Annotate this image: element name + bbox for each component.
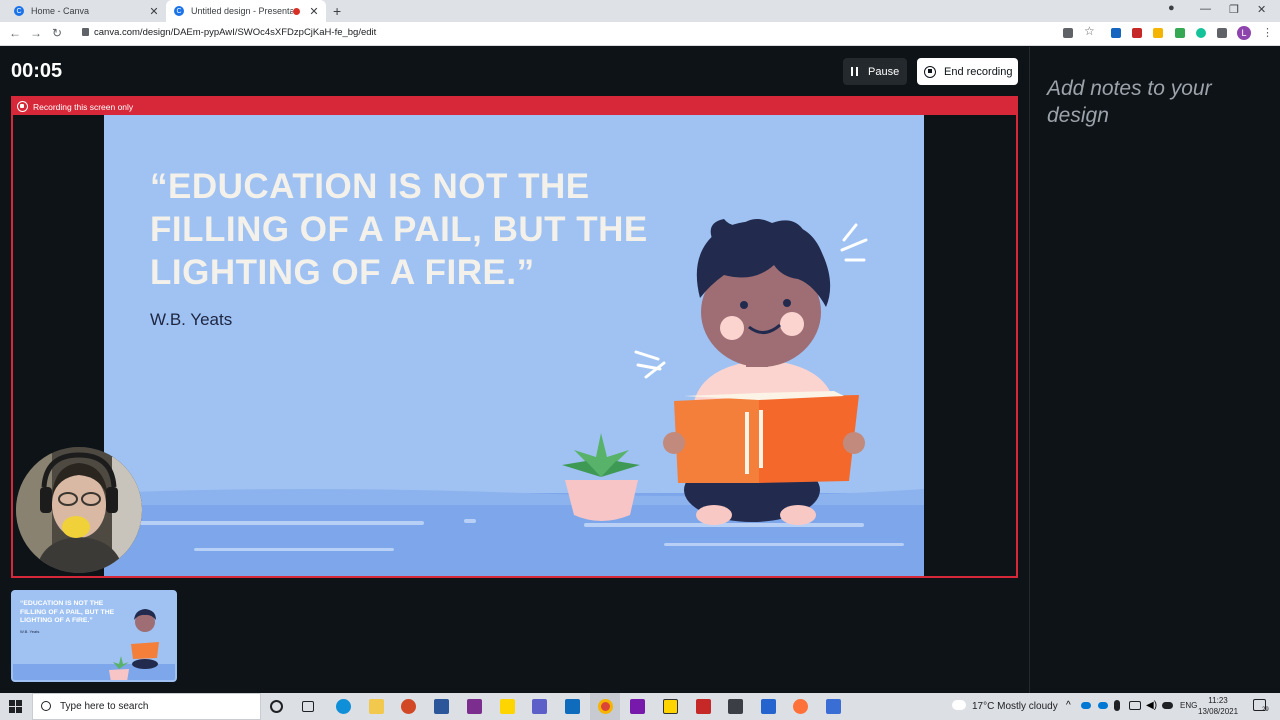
extension-icon[interactable] (1111, 28, 1121, 38)
clock-time: 11:23 (1208, 696, 1228, 705)
menu-icon[interactable]: ⋮ (1262, 26, 1273, 39)
recording-banner: Recording this screen only (13, 98, 1016, 115)
pause-icon (851, 67, 858, 76)
browser-tab-strip: C Home - Canva ✕ C Untitled design - Pre… (0, 0, 1280, 22)
tab-title: Home - Canva (31, 6, 90, 16)
slide-thumbnail[interactable]: “EDUCATION IS NOT THE FILLING OF A PAIL,… (11, 590, 177, 682)
quote-author: W.B. Yeats (150, 310, 233, 329)
todo-icon[interactable] (761, 699, 776, 714)
onenote-icon[interactable] (630, 699, 645, 714)
extension-icon[interactable] (1132, 28, 1142, 38)
firefox-icon[interactable] (793, 699, 808, 714)
cortana-icon[interactable] (270, 700, 283, 713)
store-icon[interactable] (728, 699, 743, 714)
restore-icon[interactable]: ❐ (1229, 3, 1239, 16)
minimize-icon[interactable]: — (1200, 3, 1211, 15)
cloud-weather-icon (952, 700, 966, 710)
tab-untitled-design[interactable]: C Untitled design - Presentatio ✕ (166, 0, 326, 22)
tab-close-icon[interactable]: ✕ (308, 5, 320, 18)
record-icon (17, 101, 28, 112)
url-text: canva.com/design/DAEm-pypAwI/SWOc4sXFDzp… (94, 27, 377, 38)
lock-icon (82, 28, 89, 36)
language-indicator[interactable]: ENG (1180, 701, 1197, 710)
window-close-icon[interactable]: ✕ (1257, 3, 1266, 16)
tab-search-icon[interactable]: ● (1168, 2, 1175, 14)
puzzle-icon[interactable] (1217, 28, 1227, 38)
recording-banner-text: Recording this screen only (33, 101, 134, 112)
end-recording-label: End recording (944, 65, 1013, 78)
network-icon[interactable] (1129, 701, 1141, 710)
taskbar-search-box[interactable]: Type here to search (32, 693, 261, 720)
canva-favicon-icon: C (174, 6, 184, 16)
taskbar-clock[interactable]: 11:23 13/08/2021 (1198, 695, 1238, 717)
onedrive-icon[interactable] (1081, 702, 1091, 709)
word-icon[interactable] (434, 699, 449, 714)
chrome-icon[interactable] (598, 699, 613, 714)
notes-placeholder[interactable]: Add notes to your design (1047, 75, 1267, 129)
tab-title: Untitled design - Presentatio (191, 6, 293, 16)
cloud-sync-icon[interactable] (1162, 702, 1173, 709)
bookmark-star-icon[interactable]: ☆ (1084, 24, 1095, 38)
back-icon[interactable]: ← (9, 26, 21, 40)
quote-text: “EDUCATION IS NOT THE FILLING OF A PAIL,… (150, 167, 648, 292)
presenter-video (16, 447, 142, 573)
search-placeholder: Type here to search (60, 701, 149, 712)
potted-plant-icon (562, 433, 640, 521)
extension-icon[interactable] (1153, 28, 1163, 38)
recording-timer: 00:05 (11, 60, 63, 82)
reading-boy-icon (663, 219, 865, 525)
end-recording-button[interactable]: End recording (917, 58, 1018, 85)
notification-count: 29 (1262, 707, 1269, 713)
recording-indicator-icon (293, 7, 300, 15)
stop-icon (924, 65, 936, 78)
outlook-icon[interactable] (565, 699, 580, 714)
extension-icon[interactable] (1175, 28, 1185, 38)
presentation-slide[interactable]: “EDUCATION IS NOT THE FILLING OF A PAIL,… (104, 115, 924, 576)
screen-recorder-icon[interactable] (467, 699, 482, 714)
task-view-icon[interactable] (302, 701, 314, 712)
search-icon (41, 701, 51, 711)
new-tab-button[interactable]: + (333, 3, 341, 19)
miro-icon[interactable] (663, 699, 678, 714)
canva-favicon-icon: C (14, 6, 24, 16)
sticky-notes-icon[interactable] (500, 699, 515, 714)
forward-icon[interactable]: → (30, 26, 42, 40)
avatar[interactable]: L (1237, 26, 1251, 40)
teams-icon[interactable] (532, 699, 547, 714)
clock-date: 13/08/2021 (1198, 707, 1239, 716)
file-explorer-icon[interactable] (369, 699, 384, 714)
recording-frame: Recording this screen only “EDUCATION IS… (11, 96, 1018, 578)
weather-text[interactable]: 17°C Mostly cloudy (972, 701, 1058, 712)
webcam-bubble[interactable] (16, 447, 142, 573)
thumbnail-quote: “EDUCATION IS NOT THE FILLING OF A PAIL,… (20, 600, 115, 624)
tab-close-icon[interactable]: ✕ (148, 5, 160, 18)
grammarly-icon[interactable] (1196, 28, 1206, 38)
acrobat-icon[interactable] (696, 699, 711, 714)
onedrive-icon[interactable] (1098, 702, 1108, 709)
address-bar: ← → ↻ canva.com/design/DAEm-pypAwI/SWOc4… (0, 22, 1280, 46)
windows-start-icon[interactable] (9, 700, 22, 713)
chevron-up-icon[interactable]: ^ (1066, 700, 1076, 711)
camera-icon[interactable] (1063, 28, 1073, 38)
windows-taskbar: Type here to search 17°C Mostly cloudy ^… (0, 693, 1280, 720)
volume-icon[interactable]: ◀) (1146, 700, 1158, 715)
snip-tool-icon[interactable] (826, 699, 841, 714)
powerpoint-icon[interactable] (401, 699, 416, 714)
pause-label: Pause (868, 65, 900, 78)
pause-button[interactable]: Pause (843, 58, 907, 85)
edge-icon[interactable] (336, 699, 351, 714)
notes-panel[interactable]: Add notes to your design (1029, 47, 1280, 693)
microphone-icon[interactable] (1114, 700, 1120, 711)
url-field[interactable]: canva.com/design/DAEm-pypAwI/SWOc4sXFDzp… (82, 27, 376, 38)
tab-home-canva[interactable]: C Home - Canva ✕ (6, 0, 166, 22)
thumbnail-author: W.B. Yeats (20, 629, 40, 634)
reload-icon[interactable]: ↻ (52, 26, 62, 40)
